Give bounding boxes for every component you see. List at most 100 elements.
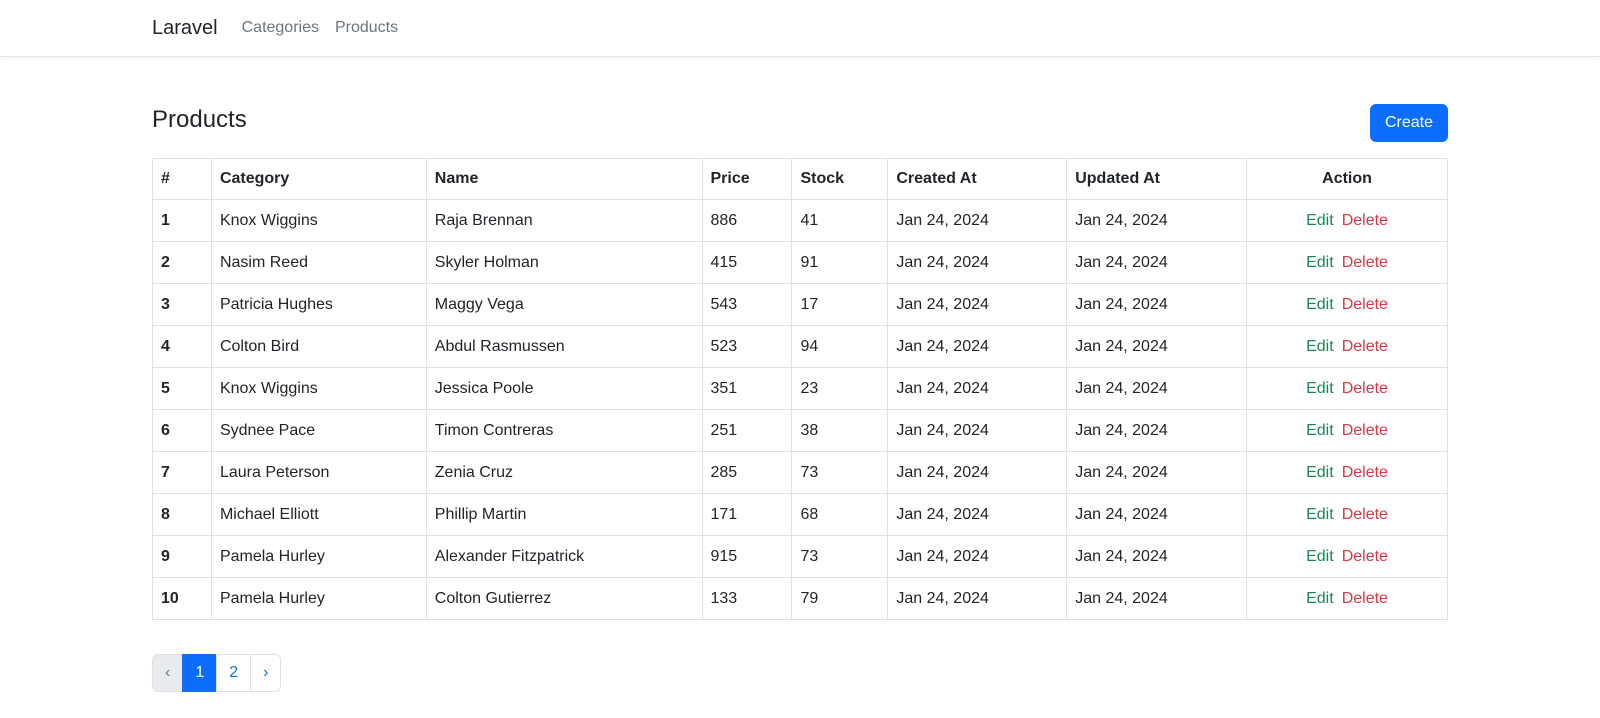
edit-link[interactable]: Edit — [1306, 590, 1334, 607]
cell-stock: 73 — [791, 451, 889, 494]
column-header-updated-at: Updated At — [1066, 158, 1248, 200]
cell-category: Knox Wiggins — [210, 199, 427, 242]
cell-action: Edit Delete — [1246, 577, 1448, 620]
cell-action: Edit Delete — [1246, 451, 1448, 494]
cell-action: Edit Delete — [1246, 367, 1448, 410]
cell-number: 6 — [152, 409, 212, 452]
cell-category: Knox Wiggins — [210, 367, 427, 410]
delete-link[interactable]: Delete — [1342, 506, 1388, 523]
cell-action: Edit Delete — [1246, 241, 1448, 284]
brand-link[interactable]: Laravel — [152, 17, 218, 40]
page-header: Products Create — [152, 56, 1448, 158]
table-row: 1 Knox Wiggins Raja Brennan 886 41 Jan 24, 20… — [152, 199, 1448, 242]
table-header-row: # Category Name Price Stock Created At U… — [152, 158, 1448, 200]
cell-name: Alexander Fitzpatrick — [425, 535, 703, 578]
cell-created-at: Jan 24, 2024 — [887, 283, 1068, 326]
cell-number: 5 — [152, 367, 212, 410]
cell-updated-at: Jan 24, 2024 — [1066, 577, 1248, 620]
cell-category: Nasim Reed — [210, 241, 427, 284]
cell-stock: 94 — [791, 325, 889, 368]
top-navbar: Laravel Categories Products — [0, 0, 1600, 57]
edit-link[interactable]: Edit — [1306, 506, 1334, 523]
cell-number: 2 — [152, 241, 212, 284]
edit-link[interactable]: Edit — [1306, 338, 1334, 355]
column-header-action: Action — [1246, 158, 1448, 200]
cell-stock: 68 — [791, 493, 889, 536]
delete-link[interactable]: Delete — [1342, 464, 1388, 481]
table-head: # Category Name Price Stock Created At U… — [152, 158, 1448, 200]
cell-updated-at: Jan 24, 2024 — [1066, 409, 1248, 452]
edit-link[interactable]: Edit — [1306, 212, 1334, 229]
create-button[interactable]: Create — [1369, 104, 1448, 142]
delete-link[interactable]: Delete — [1342, 296, 1388, 313]
cell-number: 3 — [152, 283, 212, 326]
cell-updated-at: Jan 24, 2024 — [1066, 535, 1248, 578]
cell-created-at: Jan 24, 2024 — [887, 535, 1068, 578]
table-row: 4 Colton Bird Abdul Rasmussen 523 94 Jan 24, … — [152, 325, 1448, 368]
cell-action: Edit Delete — [1246, 493, 1448, 536]
cell-action: Edit Delete — [1246, 325, 1448, 368]
delete-link[interactable]: Delete — [1342, 590, 1388, 607]
cell-stock: 73 — [791, 535, 889, 578]
cell-updated-at: Jan 24, 2024 — [1066, 283, 1248, 326]
cell-created-at: Jan 24, 2024 — [887, 577, 1068, 620]
edit-link[interactable]: Edit — [1306, 548, 1334, 565]
column-header-number: # — [152, 158, 212, 200]
cell-number: 8 — [152, 493, 212, 536]
table-row: 9 Pamela Hurley Alexander Fitzpatrick 915 73… — [152, 535, 1448, 578]
cell-price: 171 — [701, 493, 793, 536]
cell-stock: 17 — [791, 283, 889, 326]
cell-created-at: Jan 24, 2024 — [887, 325, 1068, 368]
nav-link-categories[interactable]: Categories — [242, 19, 319, 37]
delete-link[interactable]: Delete — [1342, 212, 1388, 229]
edit-link[interactable]: Edit — [1306, 380, 1334, 397]
edit-link[interactable]: Edit — [1306, 422, 1334, 439]
pagination-page-2[interactable]: 2 — [216, 654, 252, 692]
cell-created-at: Jan 24, 2024 — [887, 451, 1068, 494]
cell-price: 285 — [701, 451, 793, 494]
cell-name: Phillip Martin — [425, 493, 703, 536]
cell-created-at: Jan 24, 2024 — [887, 367, 1068, 410]
edit-link[interactable]: Edit — [1306, 254, 1334, 271]
column-header-price: Price — [701, 158, 793, 200]
delete-link[interactable]: Delete — [1342, 422, 1388, 439]
cell-created-at: Jan 24, 2024 — [887, 241, 1068, 284]
edit-link[interactable]: Edit — [1306, 464, 1334, 481]
table-row: 7 Laura Peterson Zenia Cruz 285 73 Jan 24, 20… — [152, 451, 1448, 494]
cell-name: Timon Contreras — [425, 409, 703, 452]
cell-price: 251 — [701, 409, 793, 452]
cell-name: Raja Brennan — [425, 199, 703, 242]
table-body: 1 Knox Wiggins Raja Brennan 886 41 Jan 24, 20… — [152, 199, 1448, 620]
cell-stock: 38 — [791, 409, 889, 452]
cell-price: 351 — [701, 367, 793, 410]
cell-stock: 23 — [791, 367, 889, 410]
table-row: 5 Knox Wiggins Jessica Poole 351 23 Jan 24, 2… — [152, 367, 1448, 410]
cell-number: 9 — [152, 535, 212, 578]
delete-link[interactable]: Delete — [1342, 548, 1388, 565]
edit-link[interactable]: Edit — [1306, 296, 1334, 313]
delete-link[interactable]: Delete — [1342, 338, 1388, 355]
delete-link[interactable]: Delete — [1342, 254, 1388, 271]
pagination-next[interactable]: › — [250, 654, 282, 692]
cell-category: Pamela Hurley — [210, 577, 427, 620]
cell-price: 523 — [701, 325, 793, 368]
cell-action: Edit Delete — [1246, 199, 1448, 242]
pagination-page-1[interactable]: 1 — [182, 654, 218, 692]
nav-link-products[interactable]: Products — [335, 19, 398, 37]
cell-price: 415 — [701, 241, 793, 284]
cell-name: Zenia Cruz — [425, 451, 703, 494]
column-header-created-at: Created At — [887, 158, 1068, 200]
cell-created-at: Jan 24, 2024 — [887, 199, 1068, 242]
column-header-category: Category — [210, 158, 427, 200]
cell-category: Laura Peterson — [210, 451, 427, 494]
page: Laravel Categories Products Products Cre… — [0, 0, 1600, 718]
cell-name: Maggy Vega — [425, 283, 703, 326]
cell-number: 10 — [152, 577, 212, 620]
column-header-name: Name — [425, 158, 703, 200]
cell-action: Edit Delete — [1246, 409, 1448, 452]
delete-link[interactable]: Delete — [1342, 380, 1388, 397]
pagination: ‹ 1 2 › — [152, 654, 282, 692]
cell-updated-at: Jan 24, 2024 — [1066, 367, 1248, 410]
cell-name: Jessica Poole — [425, 367, 703, 410]
cell-action: Edit Delete — [1246, 283, 1448, 326]
